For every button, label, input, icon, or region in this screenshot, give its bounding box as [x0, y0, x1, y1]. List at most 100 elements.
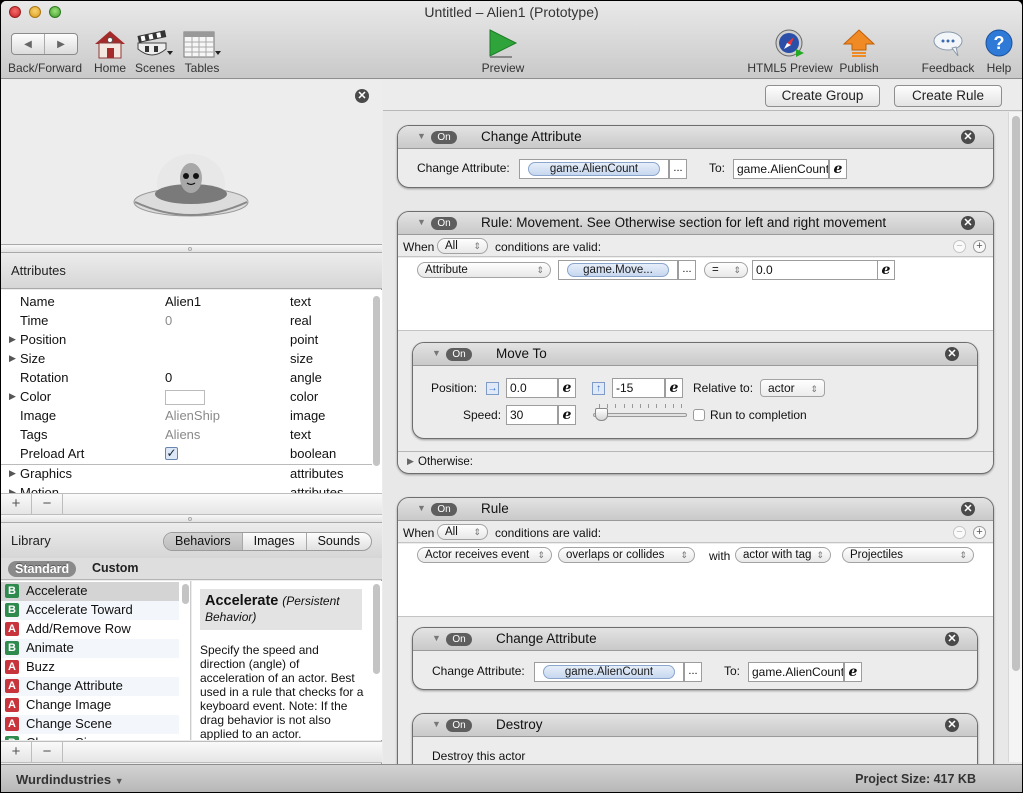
- attribute-browse-button[interactable]: ...: [678, 260, 696, 280]
- collapse-triangle-icon[interactable]: ▼: [432, 719, 441, 729]
- add-condition-button[interactable]: +: [973, 240, 986, 253]
- preview-splitter[interactable]: [1, 245, 382, 253]
- color-swatch[interactable]: [165, 390, 205, 405]
- collapse-triangle-icon[interactable]: ▼: [417, 131, 426, 141]
- expression-editor-icon[interactable]: e: [844, 662, 862, 682]
- expand-triangle-icon[interactable]: ▶: [9, 391, 16, 402]
- attribute-row[interactable]: Rotation 0 angle: [1, 369, 371, 388]
- attribute-field[interactable]: game.AlienCount: [534, 662, 684, 682]
- tables-button[interactable]: Tables: [183, 29, 221, 75]
- attribute-value[interactable]: 0: [165, 313, 172, 328]
- position-y-field[interactable]: -15: [612, 378, 665, 398]
- add-attribute-button[interactable]: +: [1, 494, 32, 515]
- create-rule-button[interactable]: Create Rule: [894, 85, 1002, 107]
- help-button[interactable]: ? Help: [984, 29, 1014, 75]
- attribute-row[interactable]: Tags Aliens text: [1, 426, 371, 445]
- all-any-select[interactable]: All ⇕: [437, 524, 488, 540]
- delete-block-icon[interactable]: ✕: [961, 502, 975, 516]
- tab-custom[interactable]: Custom: [92, 561, 139, 575]
- scenes-button[interactable]: Scenes: [135, 29, 175, 75]
- back-forward-control[interactable]: ◀ ▶: [11, 33, 78, 55]
- home-button[interactable]: Home: [93, 29, 127, 75]
- behavior-list-item[interactable]: A Change Image: [1, 696, 179, 715]
- speed-field[interactable]: 30: [506, 405, 558, 425]
- expression-editor-icon[interactable]: e: [829, 159, 847, 179]
- attribute-value[interactable]: Alien1: [165, 294, 201, 309]
- attribute-row[interactable]: ▶ Position point: [1, 331, 371, 350]
- condition-attribute-field[interactable]: game.Move...: [558, 260, 678, 280]
- add-behavior-button[interactable]: +: [1, 742, 32, 763]
- behavior-list-item[interactable]: B Change Size: [1, 734, 179, 740]
- forward-arrow-icon[interactable]: ▶: [45, 34, 77, 54]
- tab-images[interactable]: Images: [243, 533, 307, 550]
- to-value-field[interactable]: game.AlienCount: [733, 159, 829, 179]
- operator-select[interactable]: = ⇕: [704, 262, 748, 278]
- all-any-select[interactable]: All ⇕: [437, 238, 488, 254]
- collapse-triangle-icon[interactable]: ▼: [417, 503, 426, 513]
- attribute-row[interactable]: Name Alien1 text: [1, 293, 371, 312]
- behavior-list-item[interactable]: A Change Attribute: [1, 677, 179, 696]
- behavior-list-item[interactable]: A Add/Remove Row: [1, 620, 179, 639]
- delete-block-icon[interactable]: ✕: [945, 632, 959, 646]
- tab-sounds[interactable]: Sounds: [307, 533, 371, 550]
- behaviors-scrollbar[interactable]: [182, 584, 189, 604]
- event-select[interactable]: overlaps or collides ⇕: [558, 547, 695, 563]
- condition-value-field[interactable]: 0.0: [752, 260, 878, 280]
- library-splitter[interactable]: [1, 515, 382, 523]
- slider-knob[interactable]: [595, 408, 609, 421]
- condition-type-select[interactable]: Attribute ⇕: [417, 262, 551, 278]
- scrollbar-thumb[interactable]: [1012, 116, 1020, 671]
- expression-editor-icon[interactable]: e: [877, 260, 895, 280]
- remove-behavior-button[interactable]: −: [32, 742, 63, 763]
- attribute-row[interactable]: ▶ Graphics attributes: [1, 465, 371, 484]
- target-select[interactable]: actor with tag ⇕: [735, 547, 831, 563]
- tab-behaviors[interactable]: Behaviors: [164, 533, 243, 550]
- block-header[interactable]: ▼ On Rule ✕: [398, 498, 993, 521]
- description-scrollbar[interactable]: [373, 584, 380, 674]
- delete-block-icon[interactable]: ✕: [961, 216, 975, 230]
- delete-block-icon[interactable]: ✕: [961, 130, 975, 144]
- on-toggle[interactable]: On: [446, 348, 472, 361]
- publish-button[interactable]: Publish: [839, 29, 879, 75]
- tab-standard[interactable]: Standard: [8, 561, 77, 577]
- condition-type-select[interactable]: Actor receives event ⇕: [417, 547, 552, 563]
- expand-triangle-icon[interactable]: ▶: [9, 353, 16, 364]
- position-x-field[interactable]: 0.0: [506, 378, 558, 398]
- attribute-row[interactable]: Time 0 real: [1, 312, 371, 331]
- collapse-triangle-icon[interactable]: ▼: [432, 348, 441, 358]
- on-toggle[interactable]: On: [431, 131, 457, 144]
- tag-select[interactable]: Projectiles ⇕: [842, 547, 974, 563]
- attribute-row[interactable]: ▶ Size size: [1, 350, 371, 369]
- run-to-completion-checkbox[interactable]: [693, 409, 705, 421]
- to-value-field[interactable]: game.AlienCount: [748, 662, 844, 682]
- back-arrow-icon[interactable]: ◀: [12, 34, 45, 54]
- close-preview-icon[interactable]: ✕: [355, 89, 369, 103]
- otherwise-section[interactable]: ▶ Otherwise:: [398, 451, 993, 472]
- feedback-button[interactable]: Feedback: [922, 29, 974, 75]
- attribute-value[interactable]: AlienShip: [165, 408, 220, 423]
- attribute-row[interactable]: Image AlienShip image: [1, 407, 371, 426]
- relative-to-select[interactable]: actor ⇕: [760, 379, 825, 397]
- expand-triangle-icon[interactable]: ▶: [407, 456, 414, 467]
- preview-button[interactable]: Preview: [482, 29, 524, 75]
- behavior-list-item[interactable]: B Accelerate: [1, 582, 179, 601]
- block-header[interactable]: ▼ On Change Attribute ✕: [413, 628, 977, 651]
- behavior-list-item[interactable]: A Buzz: [1, 658, 179, 677]
- block-header[interactable]: ▼ On Move To ✕: [413, 343, 977, 366]
- behavior-list-item[interactable]: A Change Scene: [1, 715, 179, 734]
- preload-art-checkbox[interactable]: ✓: [165, 447, 178, 460]
- on-toggle[interactable]: On: [446, 633, 472, 646]
- attribute-field[interactable]: game.AlienCount: [519, 159, 669, 179]
- behavior-list-item[interactable]: B Accelerate Toward: [1, 601, 179, 620]
- on-toggle[interactable]: On: [431, 503, 457, 516]
- attribute-value[interactable]: 0: [165, 370, 172, 385]
- attribute-value[interactable]: Aliens: [165, 427, 200, 442]
- remove-condition-button[interactable]: −: [953, 526, 966, 539]
- expand-triangle-icon[interactable]: ▶: [9, 334, 16, 345]
- speed-slider[interactable]: [593, 403, 689, 423]
- attribute-browse-button[interactable]: ...: [684, 662, 702, 682]
- on-toggle[interactable]: On: [431, 217, 457, 230]
- attribute-browse-button[interactable]: ...: [669, 159, 687, 179]
- remove-attribute-button[interactable]: −: [32, 494, 63, 515]
- attribute-row[interactable]: ▶ Motion attributes: [1, 484, 371, 493]
